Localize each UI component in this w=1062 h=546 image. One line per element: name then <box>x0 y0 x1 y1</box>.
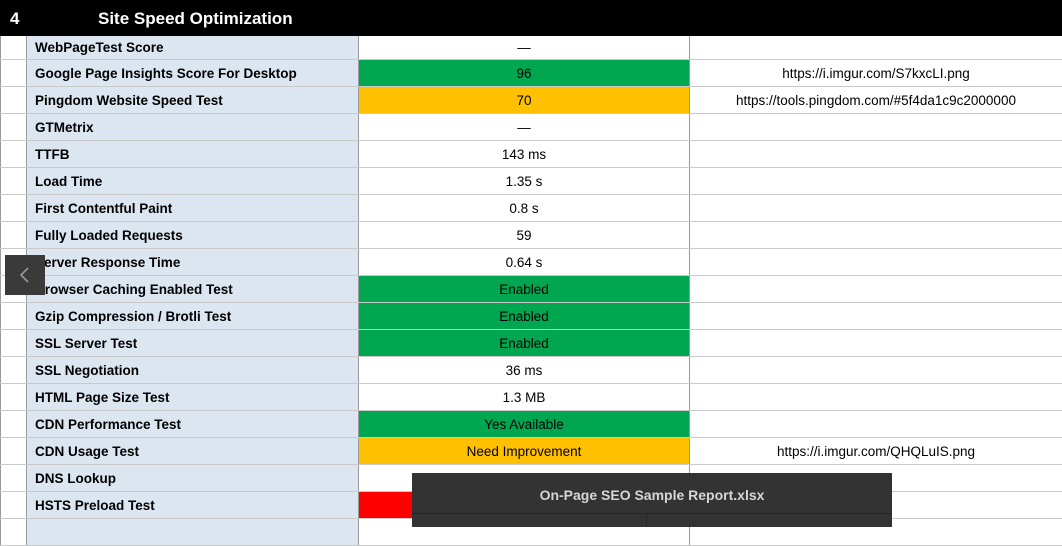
metric-value[interactable]: 59 <box>359 222 690 248</box>
metric-label[interactable]: Load Time <box>27 168 359 194</box>
metric-label[interactable]: Server Response Time <box>27 249 359 275</box>
metric-label[interactable]: SSL Negotiation <box>27 357 359 383</box>
table-row: CDN Performance Test Yes Available <box>0 411 1062 438</box>
metric-value[interactable] <box>359 492 413 518</box>
file-name: On-Page SEO Sample Report.xlsx <box>539 487 765 503</box>
metric-link[interactable] <box>690 249 1062 275</box>
metric-link[interactable] <box>690 357 1062 383</box>
metric-label[interactable]: Google Page Insights Score For Desktop <box>27 60 359 86</box>
metric-link[interactable] <box>690 195 1062 221</box>
table-row: Server Response Time 0.64 s <box>0 249 1062 276</box>
table-row: SSL Negotiation 36 ms <box>0 357 1062 384</box>
table-row: Browser Caching Enabled Test Enabled <box>0 276 1062 303</box>
metric-link[interactable]: https://tools.pingdom.com/#5f4da1c9c2000… <box>690 87 1062 113</box>
speed-table: WebPageTest Score — Google Page Insights S… <box>0 36 1062 546</box>
table-row: Load Time 1.35 s <box>0 168 1062 195</box>
metric-label[interactable]: HSTS Preload Test <box>27 492 359 518</box>
table-row: GTMetrix — <box>0 114 1062 141</box>
metric-value[interactable]: 1.35 s <box>359 168 690 194</box>
metric-value[interactable]: 143 ms <box>359 141 690 167</box>
row-index-cell[interactable] <box>0 141 27 167</box>
table-row: Pingdom Website Speed Test 70 https://tool… <box>0 87 1062 114</box>
metric-label[interactable]: DNS Lookup <box>27 465 359 491</box>
row-index-cell[interactable] <box>0 195 27 221</box>
metric-value[interactable]: Enabled <box>359 303 690 329</box>
metric-value[interactable]: Enabled <box>359 276 690 302</box>
chevron-left-icon <box>19 267 29 283</box>
row-index-cell[interactable] <box>0 114 27 140</box>
metric-value[interactable]: 0.64 s <box>359 249 690 275</box>
table-row: CDN Usage Test Need Improvement https://i.… <box>0 438 1062 465</box>
metric-value[interactable]: 0.8 s <box>359 195 690 221</box>
table-row: Gzip Compression / Brotli Test Enabled <box>0 303 1062 330</box>
metric-value[interactable]: — <box>359 114 690 140</box>
table-row: First Contentful Paint 0.8 s <box>0 195 1062 222</box>
row-index-cell[interactable] <box>0 330 27 356</box>
row-index-cell[interactable] <box>0 465 27 491</box>
metric-value[interactable]: 96 <box>359 60 690 86</box>
section-title: Site Speed Optimization <box>98 9 293 28</box>
table-row: Google Page Insights Score For Desktop 96… <box>0 60 1062 87</box>
metric-link[interactable]: https://i.imgur.com/S7kxcLI.png <box>690 60 1062 86</box>
metric-label[interactable]: SSL Server Test <box>27 330 359 356</box>
metric-value[interactable]: Need Improvement <box>359 438 690 464</box>
table-row: Fully Loaded Requests 59 <box>0 222 1062 249</box>
metric-link[interactable] <box>690 168 1062 194</box>
metric-link[interactable]: https://i.imgur.com/QHQLuIS.png <box>690 438 1062 464</box>
row-index-cell[interactable] <box>0 36 27 59</box>
metric-label[interactable]: TTFB <box>27 141 359 167</box>
row-index-cell[interactable] <box>0 303 27 329</box>
metric-link[interactable] <box>690 114 1062 140</box>
metric-link[interactable] <box>690 222 1062 248</box>
metric-value[interactable]: Yes Available <box>359 411 690 437</box>
table-row: WebPageTest Score — <box>0 36 1062 60</box>
metric-value[interactable]: — <box>359 36 690 59</box>
metric-value[interactable]: Enabled <box>359 330 690 356</box>
metric-value[interactable]: 1.3 MB <box>359 384 690 410</box>
metric-link[interactable] <box>690 303 1062 329</box>
metric-label[interactable]: CDN Usage Test <box>27 438 359 464</box>
file-viewer-bar: On-Page SEO Sample Report.xlsx <box>412 473 892 527</box>
row-index-cell[interactable] <box>0 411 27 437</box>
row-index-cell[interactable] <box>0 519 27 545</box>
previous-sheet-button[interactable] <box>5 255 45 295</box>
metric-label[interactable]: WebPageTest Score <box>27 36 359 59</box>
section-number: 4 <box>10 9 20 28</box>
table-row: SSL Server Test Enabled <box>0 330 1062 357</box>
row-index-cell[interactable] <box>0 492 27 518</box>
metric-label[interactable]: First Contentful Paint <box>27 195 359 221</box>
row-index-cell[interactable] <box>0 384 27 410</box>
metric-label[interactable]: HTML Page Size Test <box>27 384 359 410</box>
metric-label[interactable]: GTMetrix <box>27 114 359 140</box>
row-index-cell[interactable] <box>0 438 27 464</box>
toolbar-separator <box>646 513 647 527</box>
metric-link[interactable] <box>690 36 1062 59</box>
metric-label[interactable]: Gzip Compression / Brotli Test <box>27 303 359 329</box>
table-row: HTML Page Size Test 1.3 MB <box>0 384 1062 411</box>
metric-label[interactable]: Fully Loaded Requests <box>27 222 359 248</box>
metric-value[interactable]: 36 ms <box>359 357 690 383</box>
metric-label[interactable] <box>27 519 359 545</box>
metric-label[interactable]: Pingdom Website Speed Test <box>27 87 359 113</box>
row-index-cell[interactable] <box>0 357 27 383</box>
row-index-cell[interactable] <box>0 168 27 194</box>
row-index-cell[interactable] <box>0 60 27 86</box>
metric-link[interactable] <box>690 276 1062 302</box>
metric-value[interactable]: 70 <box>359 87 690 113</box>
row-index-cell[interactable] <box>0 87 27 113</box>
section-header: 4 Site Speed Optimization <box>0 0 1062 36</box>
metric-link[interactable] <box>690 330 1062 356</box>
row-index-cell[interactable] <box>0 222 27 248</box>
toolbar-divider <box>412 513 892 514</box>
table-row: TTFB 143 ms <box>0 141 1062 168</box>
metric-label[interactable]: CDN Performance Test <box>27 411 359 437</box>
metric-link[interactable] <box>690 141 1062 167</box>
metric-link[interactable] <box>690 411 1062 437</box>
metric-label[interactable]: Browser Caching Enabled Test <box>27 276 359 302</box>
metric-link[interactable] <box>690 384 1062 410</box>
